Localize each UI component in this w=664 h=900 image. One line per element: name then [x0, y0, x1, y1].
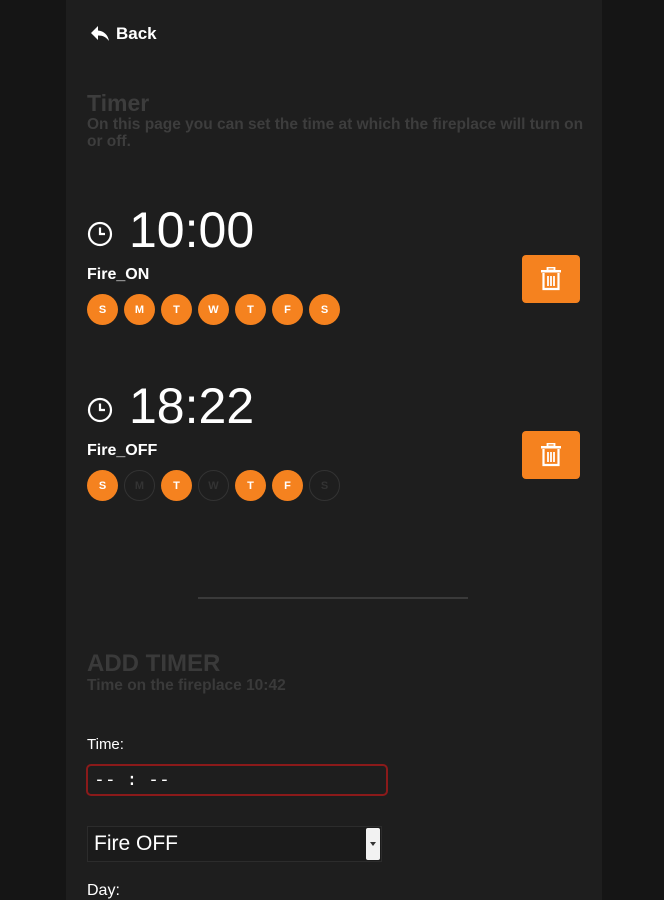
day-wednesday[interactable]: W — [198, 294, 229, 325]
day-monday[interactable]: M — [124, 470, 155, 501]
day-selector: S M T W T F S — [87, 294, 346, 325]
trash-icon — [541, 443, 561, 467]
day-sunday[interactable]: S — [87, 294, 118, 325]
page-subtitle: On this page you can set the time at whi… — [87, 116, 584, 150]
timer-label: Fire_ON — [87, 266, 150, 283]
day-sunday[interactable]: S — [87, 470, 118, 501]
day-monday[interactable]: M — [124, 294, 155, 325]
chevron-down-icon — [370, 842, 376, 846]
timer-time: 18:22 — [129, 378, 255, 434]
day-thursday[interactable]: T — [235, 294, 266, 325]
trash-icon — [541, 267, 561, 291]
day-saturday[interactable]: S — [309, 470, 340, 501]
add-timer-subtitle: Time on the fireplace 10:42 — [87, 677, 286, 694]
delete-timer-button[interactable] — [522, 431, 580, 479]
add-timer-title: ADD TIMER — [87, 650, 221, 677]
back-label: Back — [116, 24, 157, 43]
section-divider — [198, 597, 468, 599]
day-selector: S M T W T F S — [87, 470, 346, 501]
day-friday[interactable]: F — [272, 294, 303, 325]
clock-icon — [87, 397, 113, 423]
action-select[interactable]: Fire OFF — [87, 826, 382, 862]
day-saturday[interactable]: S — [309, 294, 340, 325]
reply-arrow-icon — [91, 26, 109, 41]
page-title: Timer — [87, 90, 150, 116]
clock-icon — [87, 221, 113, 247]
day-friday[interactable]: F — [272, 470, 303, 501]
day-tuesday[interactable]: T — [161, 470, 192, 501]
back-button[interactable]: Back — [90, 24, 157, 44]
day-thursday[interactable]: T — [235, 470, 266, 501]
time-field-label: Time: — [87, 736, 124, 753]
day-field-label: Day: — [87, 882, 120, 899]
timer-time: 10:00 — [129, 202, 255, 258]
select-arrow[interactable] — [366, 828, 380, 860]
action-select-value: Fire OFF — [94, 832, 178, 855]
day-wednesday[interactable]: W — [198, 470, 229, 501]
delete-timer-button[interactable] — [522, 255, 580, 303]
day-tuesday[interactable]: T — [161, 294, 192, 325]
time-input[interactable]: -- : -- — [86, 764, 388, 796]
timer-label: Fire_OFF — [87, 442, 158, 459]
